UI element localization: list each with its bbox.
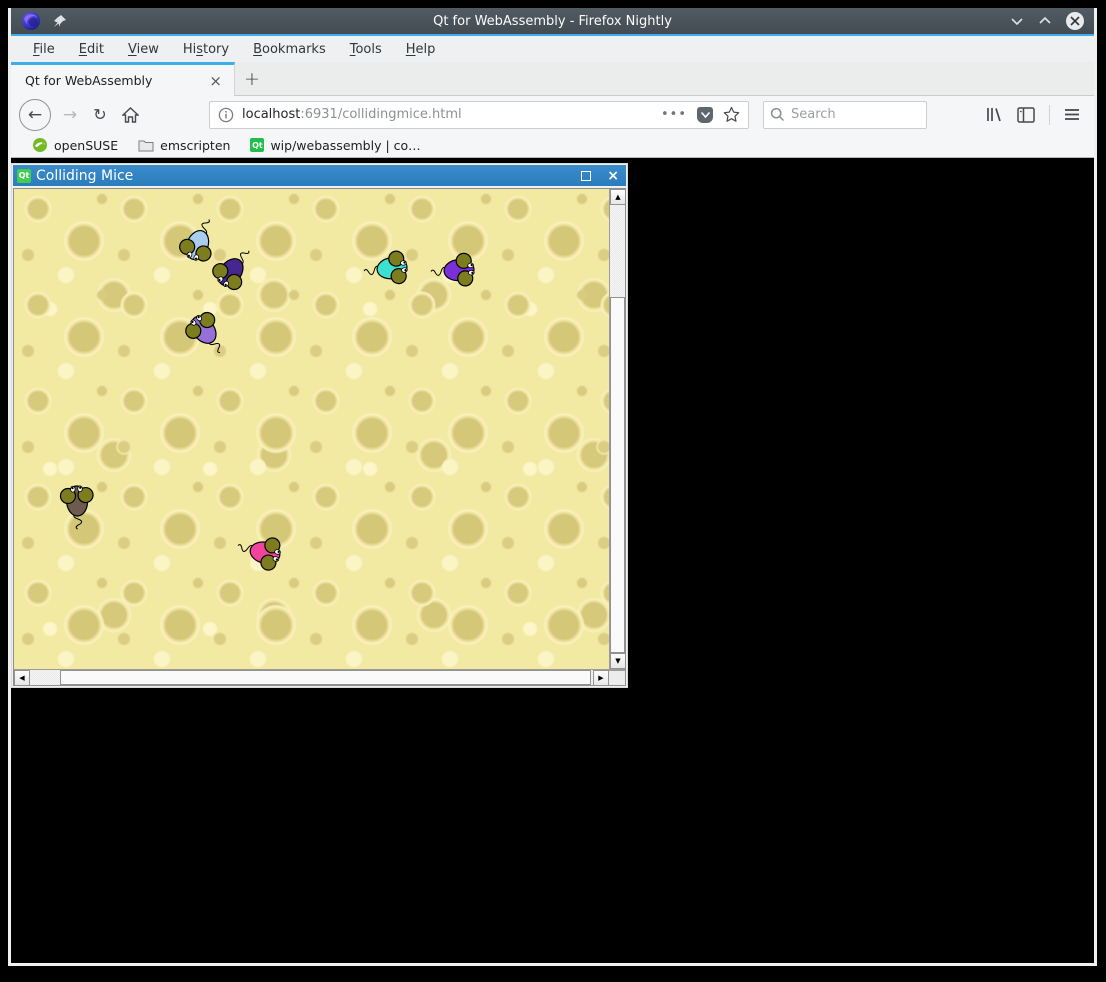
window-titlebar[interactable]: Qt for WebAssembly - Firefox Nightly [11, 8, 1094, 34]
tab-strip: Qt for WebAssembly × + [11, 62, 1094, 96]
bookmark-item-opensuse[interactable]: openSUSE [25, 135, 125, 155]
opensuse-icon [32, 137, 48, 153]
folder-icon [138, 139, 154, 152]
horizontal-scroll-track[interactable] [30, 670, 593, 685]
qt-logo-icon: Qt [17, 169, 31, 183]
vertical-scroll-thumb[interactable] [610, 297, 625, 653]
url-path: :6931/collidingmice.html [300, 107, 461, 122]
scroll-up-button[interactable]: ▲ [610, 189, 625, 205]
mice-scene-canvas[interactable] [14, 189, 609, 669]
navigation-toolbar: ← → ↻ localhost:6931/collidingmice.html … [11, 96, 1094, 133]
scroll-left-button[interactable]: ◀ [14, 670, 30, 686]
library-icon[interactable] [985, 106, 1003, 123]
sidebar-icon[interactable] [1017, 107, 1035, 123]
close-button[interactable] [1066, 12, 1084, 30]
site-info-icon[interactable] [218, 107, 234, 123]
menu-bar: FileEditViewHistoryBookmarksToolsHelp [11, 36, 1094, 62]
url-host: localhost [242, 107, 300, 122]
url-text: localhost:6931/collidingmice.html [242, 107, 653, 122]
maximize-button[interactable] [1038, 16, 1052, 26]
mouse-sprite-3 [357, 232, 429, 304]
back-button[interactable]: ← [19, 99, 51, 131]
search-bar[interactable] [763, 101, 927, 129]
new-tab-button[interactable]: + [235, 62, 269, 95]
menu-item-help[interactable]: Help [396, 39, 446, 60]
menu-item-bookmarks[interactable]: Bookmarks [243, 39, 336, 60]
bookmark-item-wip-webassembly-co-[interactable]: Qt wip/webassembly | co… [243, 136, 427, 155]
qt-window-colliding-mice: Qt Colliding Mice × [11, 163, 628, 688]
bookmark-label: wip/webassembly | co… [270, 138, 420, 153]
url-bar[interactable]: localhost:6931/collidingmice.html ••• [209, 101, 749, 129]
mouse-sprite-6 [228, 515, 305, 592]
tab-qt-for-webassembly[interactable]: Qt for WebAssembly × [11, 62, 235, 96]
tab-close-icon[interactable]: × [205, 70, 226, 92]
scrollbar-corner [609, 670, 625, 685]
pocket-icon[interactable] [697, 107, 713, 123]
qt-window-content: ▲ ▼ ◀ ▶ [13, 188, 626, 686]
page-viewport: Qt Colliding Mice × [11, 158, 1094, 963]
qt-close-button[interactable]: × [604, 169, 622, 183]
bookmark-star-icon[interactable] [723, 106, 740, 123]
menu-item-file[interactable]: File [23, 39, 65, 60]
firefox-window: Qt for WebAssembly - Firefox Nightly Fil… [8, 8, 1097, 966]
bookmark-label: openSUSE [54, 138, 118, 153]
qt-window-title: Colliding Mice [36, 168, 576, 184]
bookmark-item-emscripten[interactable]: emscripten [131, 136, 237, 155]
window-title: Qt for WebAssembly - Firefox Nightly [11, 14, 1094, 29]
toolbar-separator [1049, 105, 1050, 125]
horizontal-scroll-thumb[interactable] [60, 670, 591, 685]
pin-icon [53, 14, 67, 28]
menu-item-edit[interactable]: Edit [69, 39, 114, 60]
bookmarks-toolbar: openSUSE emscripten Qt wip/webassembly | co… [11, 133, 1094, 158]
vertical-scroll-track[interactable] [610, 205, 625, 653]
vertical-scrollbar[interactable]: ▲ ▼ [609, 189, 625, 669]
bookmark-label: emscripten [160, 138, 230, 153]
page-actions-icon[interactable]: ••• [661, 107, 687, 122]
search-icon [770, 107, 785, 122]
qt-icon: Qt [250, 138, 264, 152]
horizontal-scrollbar[interactable]: ◀ ▶ [14, 670, 609, 685]
firefox-nightly-icon [21, 11, 41, 31]
tab-title: Qt for WebAssembly [25, 73, 205, 88]
scroll-down-button[interactable]: ▼ [610, 653, 625, 669]
mouse-sprite-5 [43, 466, 110, 533]
hamburger-menu-icon[interactable] [1064, 108, 1080, 121]
scroll-right-button[interactable]: ▶ [593, 670, 609, 686]
forward-button: → [57, 102, 83, 128]
qt-favicon: Qt [250, 138, 264, 152]
minimize-button[interactable] [1010, 16, 1024, 26]
search-input[interactable] [791, 107, 920, 122]
qt-window-titlebar[interactable]: Qt Colliding Mice × [13, 165, 626, 186]
menu-item-view[interactable]: View [118, 39, 169, 60]
menu-item-history[interactable]: History [173, 39, 239, 60]
reload-button[interactable]: ↻ [87, 102, 113, 128]
home-button[interactable] [117, 102, 143, 128]
qt-maximize-button[interactable] [581, 171, 591, 181]
mouse-sprite-4 [425, 235, 494, 304]
menu-item-tools[interactable]: Tools [340, 39, 392, 60]
